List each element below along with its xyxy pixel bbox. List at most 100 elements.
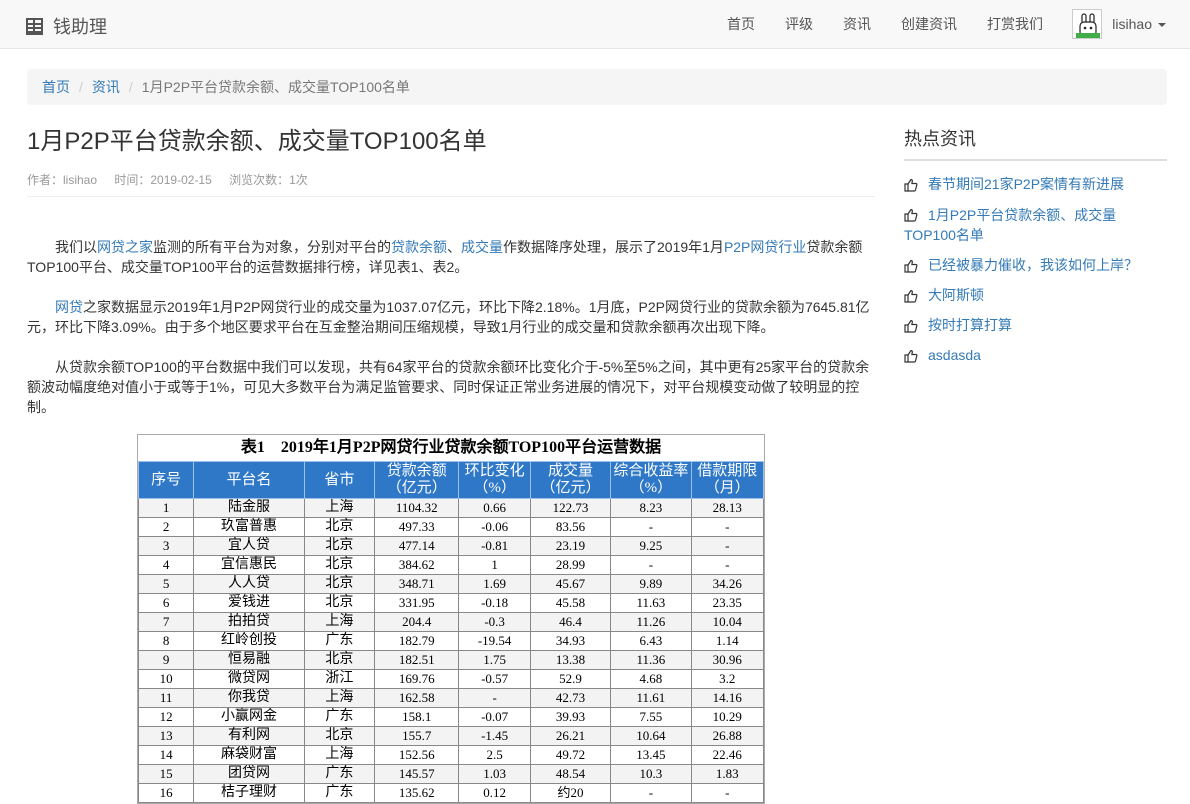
hot-news-item[interactable]: 大阿斯顿 [904,280,1167,310]
table-row: 5 人人贷 北京 348.71 1.69 45.67 9.89 34.26 [137,574,765,594]
header-unit: （%） [473,480,516,496]
table-cell: 39.93 [529,707,612,727]
nav-donate[interactable]: 打赏我们 [972,0,1058,49]
table-cell: -0.18 [458,593,531,613]
table-cell: 13.45 [610,745,692,765]
table-cell: 1.14 [690,631,765,651]
table-cell: 团贷网 [193,764,305,784]
hot-news-item[interactable]: 春节期间21家P2P案情有新进展 [904,169,1167,199]
table-cell: 34.93 [529,631,612,651]
table-cell: 红岭创投 [193,631,305,651]
link-wangdai[interactable]: 网贷 [55,299,83,315]
table-cell: 上海 [303,745,376,765]
table-cell: 广东 [303,631,376,651]
hot-news-item[interactable]: 1月P2P平台贷款余额、成交量TOP100名单 [904,199,1167,250]
table-header-row: 序号 平台名 省市 贷款余额 （亿元） 环比变化 （%） 成交量 （亿元） 综合收益率 （%） 借款期… [137,461,765,499]
link-loan-balance[interactable]: 贷款余额 [391,239,447,255]
table-cell: 122.73 [529,498,612,518]
table-cell: 玖富普惠 [193,517,305,537]
table-cell: 28.99 [529,555,612,575]
hot-news-item[interactable]: 已经被暴力催收，我该如何上岸？ [904,250,1167,280]
table-cell: 8 [137,631,195,651]
table-cell: 8.23 [610,498,692,518]
nav-home[interactable]: 首页 [712,0,770,49]
table-cell: 30.96 [690,650,765,670]
table-header-cell: 借款期限 （月） [690,461,765,499]
nav-rating[interactable]: 评级 [770,0,828,49]
table-header-cell: 综合收益率 （%） [610,461,692,499]
table-caption: 表1 2019年1月P2P网贷行业贷款余额TOP100平台运营数据 [240,439,662,456]
table-row: 10 微贷网 浙江 169.76 -0.57 52.9 4.68 3.2 [137,669,765,689]
table-cell: 0.12 [458,783,531,803]
table-row: 16 桔子理财 广东 135.62 0.12 约20- - [137,783,765,803]
thumbs-up-icon [904,177,918,192]
brand[interactable]: 钱助理 [26,13,107,39]
table-cell: -0.81 [458,536,531,556]
table-row: 4 宜信惠民 北京 384.62 1 28.99- - [137,555,765,575]
table-cell: - [610,517,692,537]
hot-news-title: 春节期间21家P2P案情有新进展 [928,176,1125,192]
table-cell: - [610,783,692,803]
breadcrumb-home[interactable]: 首页 [42,77,70,97]
table-cell: 14 [137,745,195,765]
table-cell: 158.1 [374,707,460,727]
table-cell: 348.71 [374,574,460,594]
hot-news-item[interactable]: asdasda [904,340,1167,370]
header-unit: （月） [704,480,750,496]
table-cell: -19.54 [458,631,531,651]
nav-create-news[interactable]: 创建资讯 [886,0,972,49]
table-cell: -0.06 [458,517,531,537]
table-cell: 14.16 [690,688,765,708]
article-time: 时间：2019-02-15 [114,173,212,187]
table-cell: 2 [137,517,195,537]
brand-name: 钱助理 [53,17,107,37]
text: 之家数据显示2019年1月P2P网贷行业的成交量为1037.07亿元，环比下降2… [27,299,870,335]
header-label: 环比变化 [464,463,525,479]
table-cell: 广东 [303,764,376,784]
nav-links: 首页 评级 资讯 创建资讯 打赏我们 [712,0,1058,49]
table-cell: 26.88 [690,726,765,746]
user-menu[interactable]: lisihao [1072,9,1166,39]
breadcrumb-separator: / [79,79,83,95]
table-cell: 9.89 [610,574,692,594]
link-p2p-industry[interactable]: P2P网贷行业 [724,239,806,255]
header-unit: （亿元） [540,480,601,496]
thumbs-up-icon [904,258,918,273]
table-cell: 23.19 [529,536,612,556]
table-row: 9 恒易融 北京 182.51 1.75 13.38 11.36 30.96 [137,650,765,670]
table-header-cell: 贷款余额 （亿元） [374,461,460,499]
table-cell: 11.36 [610,650,692,670]
table-cell: 0.66 [458,498,531,518]
text: 我们以 [55,239,97,255]
table-cell: 11.63 [610,593,692,613]
table-cell: 26.21 [529,726,612,746]
hot-news-list: 春节期间21家P2P案情有新进展 1月P2P平台贷款余额、成交量TOP100名单已… [904,169,1167,370]
table-cell: 11 [137,688,195,708]
header-unit: （%） [629,480,673,496]
hot-news-item[interactable]: 按时打算打算 [904,310,1167,340]
nav-news[interactable]: 资讯 [828,0,886,49]
header-label: 平台名 [226,471,272,488]
table-cell: 22.46 [690,745,765,765]
link-volume[interactable]: 成交量 [461,239,503,255]
table-cell: 13.38 [529,650,612,670]
article-author: 作者：lisihao [27,173,98,187]
table-icon [26,17,43,35]
header-label: 省市 [324,471,355,488]
hot-news-title: 已经被暴力催收，我该如何上岸？ [928,257,1138,273]
table-cell: 331.95 [374,593,460,613]
table-row: 1 陆金服 上海 1104.32 0.66 122.73 8.23 28.13 [137,498,765,518]
link-wangdaizhijia[interactable]: 网贷之家 [97,239,153,255]
breadcrumb-news[interactable]: 资讯 [92,77,120,97]
table-cell: 16 [137,783,195,803]
table-cell: 10.64 [610,726,692,746]
table-cell: 北京 [303,555,376,575]
table-cell: 7 [137,612,195,632]
table-cell: 10.04 [690,612,765,632]
table-cell: 28.13 [690,498,765,518]
table-cell: 宜信惠民 [193,555,305,575]
article-meta: 作者：lisihao 时间：2019-02-15 浏览次数：1次 [27,171,875,197]
table-cell: 34.26 [690,574,765,594]
table-cell: 1.75 [458,650,531,670]
header-label: 序号 [151,471,182,488]
